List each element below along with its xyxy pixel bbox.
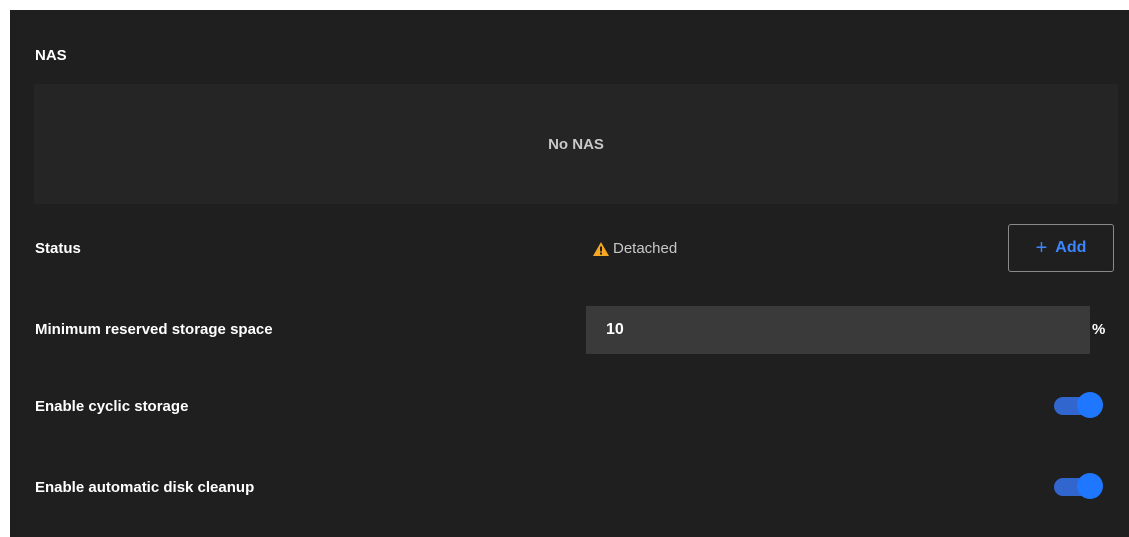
auto-cleanup-toggle[interactable] [1054, 473, 1103, 499]
toggle-knob [1077, 392, 1103, 418]
status-value: Detached [592, 240, 677, 257]
cyclic-storage-label: Enable cyclic storage [35, 398, 189, 415]
percent-unit: % [1092, 321, 1106, 338]
reserved-storage-input[interactable] [586, 306, 1090, 354]
status-label: Status [35, 240, 81, 257]
toggle-knob [1077, 473, 1103, 499]
nas-list: No NAS [34, 84, 1118, 204]
add-nas-button[interactable]: + Add [1008, 224, 1114, 272]
add-button-label: Add [1055, 239, 1087, 256]
nas-settings-panel: NAS No NAS Status Detached + Add Minimum… [10, 10, 1129, 537]
status-text: Detached [613, 240, 678, 257]
section-title: NAS [35, 47, 67, 64]
auto-cleanup-label: Enable automatic disk cleanup [35, 479, 255, 496]
reserved-storage-label: Minimum reserved storage space [35, 321, 273, 338]
nas-empty-message: No NAS [548, 135, 604, 153]
warning-icon [592, 241, 610, 257]
cyclic-storage-toggle[interactable] [1054, 392, 1103, 418]
plus-icon: + [1035, 237, 1048, 259]
